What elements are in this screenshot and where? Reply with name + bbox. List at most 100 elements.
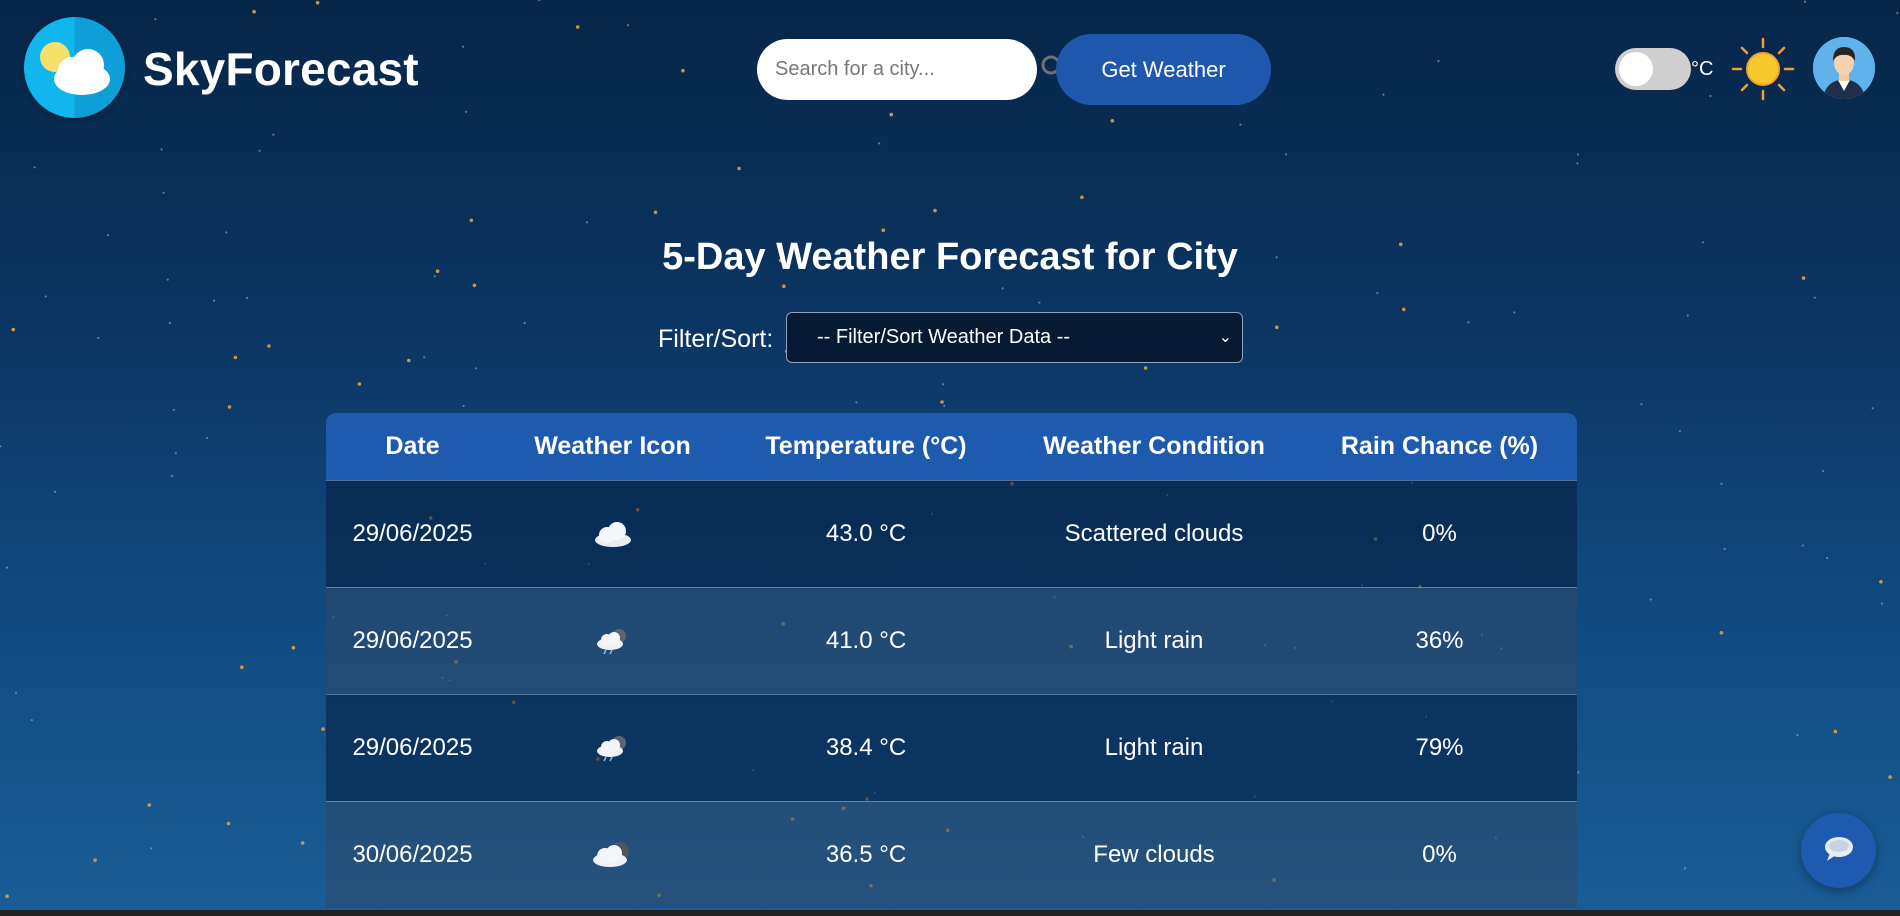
star bbox=[1826, 556, 1829, 560]
star bbox=[1796, 734, 1799, 737]
star bbox=[321, 727, 325, 731]
star bbox=[0, 445, 2, 448]
forecast-table: Date Weather Icon Temperature (°C) Weath… bbox=[326, 413, 1577, 908]
filter-label: Filter/Sort: bbox=[658, 325, 774, 353]
star bbox=[291, 645, 296, 650]
date-cell: 29/06/2025 bbox=[352, 733, 473, 761]
cloud-icon bbox=[590, 518, 636, 550]
rain-chance-cell: 79% bbox=[1415, 733, 1464, 761]
star bbox=[1275, 325, 1279, 330]
search-box[interactable] bbox=[757, 39, 1066, 100]
star bbox=[1678, 430, 1681, 433]
star bbox=[1871, 407, 1874, 410]
star bbox=[1143, 366, 1148, 370]
star bbox=[213, 299, 216, 302]
star bbox=[1723, 547, 1726, 551]
temperature-cell: 43.0 °C bbox=[825, 519, 907, 547]
star bbox=[1576, 153, 1580, 156]
star bbox=[93, 858, 97, 862]
star bbox=[227, 405, 232, 409]
star bbox=[1686, 314, 1689, 317]
star bbox=[245, 296, 249, 300]
brand-title: SkyForecast bbox=[143, 43, 419, 95]
temperature-cell: 38.4 °C bbox=[825, 733, 907, 761]
date-cell: 29/06/2025 bbox=[352, 626, 473, 654]
temperature-cell: 36.5 °C bbox=[825, 840, 907, 868]
star bbox=[240, 665, 244, 670]
star bbox=[97, 336, 100, 340]
star bbox=[1376, 292, 1379, 295]
star bbox=[150, 847, 153, 850]
user-avatar[interactable] bbox=[1813, 37, 1875, 99]
star bbox=[170, 474, 173, 478]
header-temperature: Temperature (°C) bbox=[765, 431, 967, 460]
rain-cloud-icon bbox=[590, 625, 636, 657]
star bbox=[653, 210, 658, 215]
star bbox=[53, 490, 57, 493]
temperature-cell: 41.0 °C bbox=[825, 626, 907, 654]
search-input[interactable] bbox=[775, 58, 1040, 81]
star bbox=[1821, 470, 1825, 473]
star bbox=[33, 166, 36, 169]
star bbox=[469, 218, 474, 223]
star bbox=[172, 408, 175, 411]
sun-icon[interactable] bbox=[1730, 36, 1796, 102]
star bbox=[1285, 153, 1288, 156]
header-date: Date bbox=[385, 431, 440, 460]
star bbox=[878, 142, 881, 145]
star bbox=[407, 358, 411, 363]
star bbox=[585, 221, 589, 224]
star bbox=[943, 404, 946, 407]
table-row: 29/06/2025 43.0 °C Scattered clouds 0% bbox=[326, 480, 1577, 587]
star bbox=[1720, 482, 1723, 485]
star bbox=[423, 356, 426, 359]
star bbox=[1001, 287, 1004, 290]
header-weather-icon: Weather Icon bbox=[534, 431, 691, 460]
chat-bubble-icon bbox=[1822, 834, 1856, 867]
star bbox=[225, 231, 228, 234]
header: SkyForecast Get Weather °C bbox=[0, 0, 1900, 140]
star bbox=[162, 191, 165, 194]
header-condition: Weather Condition bbox=[1043, 431, 1265, 460]
table-row: 29/06/2025 41.0 °C Light rain 36% bbox=[326, 587, 1577, 694]
star bbox=[160, 148, 163, 151]
unit-label: °C bbox=[1691, 58, 1714, 80]
unit-toggle[interactable] bbox=[1615, 48, 1691, 90]
star bbox=[940, 400, 944, 404]
star bbox=[1801, 544, 1804, 547]
star bbox=[1813, 296, 1816, 299]
bottom-edge bbox=[0, 910, 1900, 916]
star bbox=[1649, 598, 1652, 601]
chat-button[interactable] bbox=[1801, 813, 1876, 888]
toggle-knob bbox=[1619, 52, 1653, 86]
star bbox=[11, 327, 16, 332]
get-weather-button[interactable]: Get Weather bbox=[1056, 34, 1271, 105]
condition-cell: Light rain bbox=[1104, 733, 1204, 761]
filter-sort-select[interactable]: -- Filter/Sort Weather Data -- ⌄ bbox=[786, 312, 1243, 363]
star bbox=[1080, 195, 1084, 200]
header-rain-chance: Rain Chance (%) bbox=[1340, 431, 1539, 460]
chevron-down-icon: ⌄ bbox=[1218, 329, 1232, 346]
star bbox=[357, 382, 362, 386]
star bbox=[1683, 867, 1687, 870]
date-cell: 29/06/2025 bbox=[352, 519, 473, 547]
condition-cell: Light rain bbox=[1104, 626, 1204, 654]
table-row: 30/06/2025 36.5 °C Few clouds 0% bbox=[326, 801, 1577, 908]
star bbox=[300, 841, 305, 845]
rain-chance-cell: 36% bbox=[1415, 626, 1464, 654]
star bbox=[1719, 631, 1724, 635]
star bbox=[1879, 580, 1883, 584]
star bbox=[737, 166, 741, 171]
star bbox=[1880, 602, 1883, 605]
star bbox=[1402, 307, 1406, 312]
star bbox=[472, 283, 477, 288]
forecast-table-container: Date Weather Icon Temperature (°C) Weath… bbox=[326, 413, 1577, 916]
star bbox=[462, 404, 465, 408]
star bbox=[44, 295, 47, 298]
page-title: 5-Day Weather Forecast for City bbox=[662, 236, 1238, 278]
condition-cell: Few clouds bbox=[1093, 840, 1215, 868]
filter-selected-value: -- Filter/Sort Weather Data -- bbox=[817, 326, 1071, 348]
rain-cloud-icon bbox=[590, 732, 636, 764]
star bbox=[855, 401, 858, 404]
star bbox=[1576, 162, 1579, 165]
